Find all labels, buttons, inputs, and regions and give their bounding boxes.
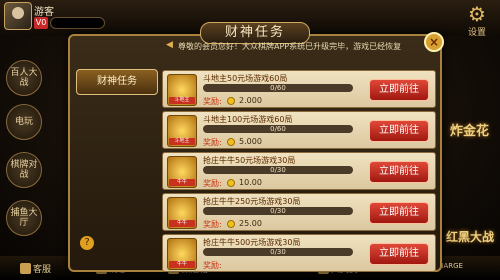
task-row: 牛牛 抢庄牛牛50元场游戏30局 0/30 奖励: 10.00 立即前往	[162, 152, 436, 190]
service-label: 客服	[33, 265, 52, 275]
reward-value: 10.00	[239, 178, 262, 187]
left-menu-item-2[interactable]: 电玩	[6, 104, 42, 140]
close-button[interactable]: ×	[424, 32, 444, 52]
task-progress-text: 0/60	[270, 84, 286, 92]
game-icon: 牛牛	[167, 238, 197, 270]
settings-label: 设置	[467, 28, 486, 38]
left-menu-item-3[interactable]: 棋牌对战	[6, 152, 42, 188]
tab-caishen-task[interactable]: 财神任务	[76, 69, 158, 95]
reward-label: 奖励:	[203, 261, 222, 270]
task-progress-bar: 0/30	[203, 166, 353, 174]
go-button[interactable]: 立即前往	[369, 79, 429, 101]
task-progress-bar: 0/60	[203, 84, 353, 92]
info-icon[interactable]: ?	[80, 236, 94, 250]
task-row: 牛牛 抢庄牛牛500元场游戏30局 0/30 奖励: 立即前往	[162, 234, 436, 272]
headset-icon	[20, 263, 31, 274]
coin-balance-bar	[50, 17, 105, 29]
reward-label: 奖励:	[203, 97, 222, 106]
game-icon: 斗地主	[167, 74, 197, 106]
task-progress-text: 0/30	[270, 166, 286, 174]
speaker-icon: ◀	[166, 40, 173, 50]
go-button[interactable]: 立即前往	[369, 161, 429, 183]
reward-label: 奖励:	[203, 138, 222, 147]
coin-icon	[227, 179, 235, 187]
username: 游客	[34, 7, 54, 18]
task-name: 抢庄牛牛250元场游戏30局	[203, 197, 301, 206]
task-progress-bar: 0/60	[203, 125, 353, 133]
game-lobby: 游客 V0 ⚙ 设置 百人大战 电玩 棋牌对战 捕鱼大厅 炸金花 红黑大战 客服…	[0, 0, 500, 280]
go-button[interactable]: 立即前往	[369, 243, 429, 265]
avatar[interactable]	[4, 2, 32, 30]
gear-icon: ⚙	[468, 2, 486, 26]
task-name: 抢庄牛牛50元场游戏30局	[203, 156, 296, 165]
task-progress-text: 0/30	[270, 207, 286, 215]
reward-value: 25.00	[239, 219, 262, 228]
task-name: 抢庄牛牛500元场游戏30局	[203, 238, 301, 247]
coin-icon	[227, 97, 235, 105]
task-progress-bar: 0/30	[203, 248, 353, 256]
task-name: 斗地主50元场游戏60局	[203, 74, 288, 83]
task-list[interactable]: 斗地主 斗地主50元场游戏60局 0/60 奖励: 2.000 立即前往 斗地主…	[162, 70, 440, 272]
game-icon: 斗地主	[167, 115, 197, 147]
left-menu-item-4[interactable]: 捕鱼大厅	[6, 200, 42, 236]
hhdz-game-label[interactable]: 红黑大战	[446, 228, 494, 245]
task-row: 斗地主 斗地主100元场游戏60局 0/60 奖励: 5.000 立即前往	[162, 111, 436, 149]
coin-icon	[227, 220, 235, 228]
zjh-game-label[interactable]: 炸金花	[450, 120, 489, 139]
reward-value: 5.000	[239, 137, 262, 146]
task-dialog: 财神任务 ◀ 尊敬的会员您好！大众棋牌APP系统已升级完毕，游戏已经恢复 × 财…	[68, 22, 444, 272]
vip-badge: V0	[34, 17, 48, 29]
reward-value: 2.000	[239, 96, 262, 105]
task-row: 牛牛 抢庄牛牛250元场游戏30局 0/30 奖励: 25.00 立即前往	[162, 193, 436, 231]
go-button[interactable]: 立即前往	[369, 202, 429, 224]
task-name: 斗地主100元场游戏60局	[203, 115, 293, 124]
coin-icon	[227, 138, 235, 146]
game-icon: 牛牛	[167, 197, 197, 229]
settings-button[interactable]: ⚙ 设置	[462, 3, 492, 39]
reward-label: 奖励:	[203, 179, 222, 188]
task-progress-text: 0/30	[270, 248, 286, 256]
task-progress-text: 0/60	[270, 125, 286, 133]
announcement-marquee: 尊敬的会员您好！大众棋牌APP系统已升级完毕，游戏已经恢复	[178, 42, 402, 51]
game-icon: 牛牛	[167, 156, 197, 188]
left-menu-item-1[interactable]: 百人大战	[6, 60, 42, 96]
go-button[interactable]: 立即前往	[369, 120, 429, 142]
reward-label: 奖励:	[203, 220, 222, 229]
task-row: 斗地主 斗地主50元场游戏60局 0/60 奖励: 2.000 立即前往	[162, 70, 436, 108]
task-progress-bar: 0/30	[203, 207, 353, 215]
service-button[interactable]: 客服	[20, 262, 51, 275]
